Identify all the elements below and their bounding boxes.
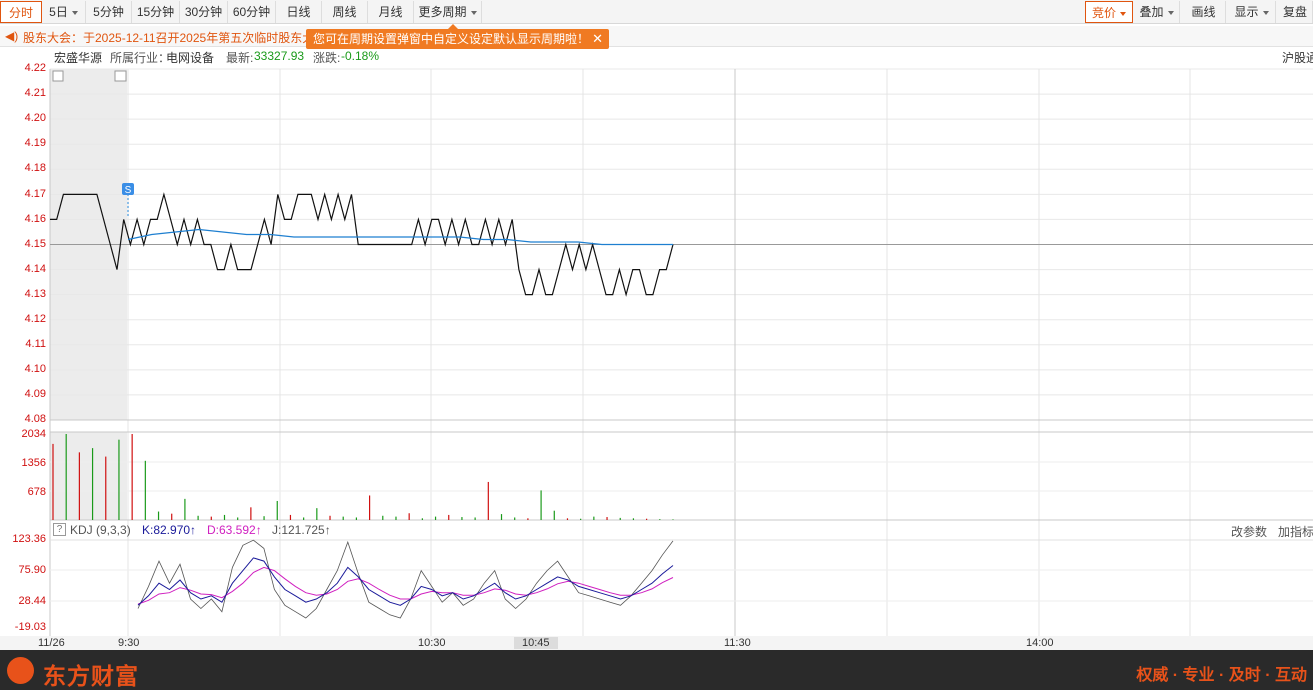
brand-name: 东方财富 xyxy=(43,663,139,689)
kdj-title[interactable]: KDJ (9,3,3) xyxy=(70,523,131,537)
close-icon xyxy=(52,70,64,82)
kdj-k: K:82.970↑ xyxy=(142,523,197,537)
time-tick: 11/26 xyxy=(38,637,65,649)
time-tick: 14:00 xyxy=(1026,637,1054,649)
time-tick: 10:30 xyxy=(418,637,446,649)
time-tick: 10:45 xyxy=(514,637,558,649)
add-indicator-button[interactable]: 加指标 xyxy=(1278,523,1313,540)
time-axis: 11/26 9:30 10:30 10:45 11:30 14:00 xyxy=(0,636,1313,650)
kdj-d: D:63.592↑ xyxy=(207,523,262,537)
logo-icon xyxy=(7,657,34,684)
premarket-shade-volume xyxy=(50,432,127,520)
change-params-button[interactable]: 改参数 xyxy=(1231,523,1267,540)
resize-icon xyxy=(114,70,127,82)
slogan: 权威 · 专业 · 及时 · 互动 xyxy=(1136,667,1307,684)
kdj-d-line xyxy=(137,566,674,605)
avg-price-line xyxy=(127,228,673,246)
intraday-chart[interactable]: S xyxy=(0,0,1313,690)
help-icon[interactable]: ? xyxy=(53,523,66,536)
footer-banner: 东方财富 权威 · 专业 · 及时 · 互动 xyxy=(0,650,1313,690)
kdj-k-line xyxy=(137,557,674,606)
kdj-j-line xyxy=(137,539,674,619)
time-tick: 9:30 xyxy=(118,637,140,649)
time-tick: 11:30 xyxy=(724,637,751,649)
s-marker-label: S xyxy=(125,185,132,196)
price-line xyxy=(50,192,674,297)
kdj-j: J:121.725↑ xyxy=(272,523,331,537)
